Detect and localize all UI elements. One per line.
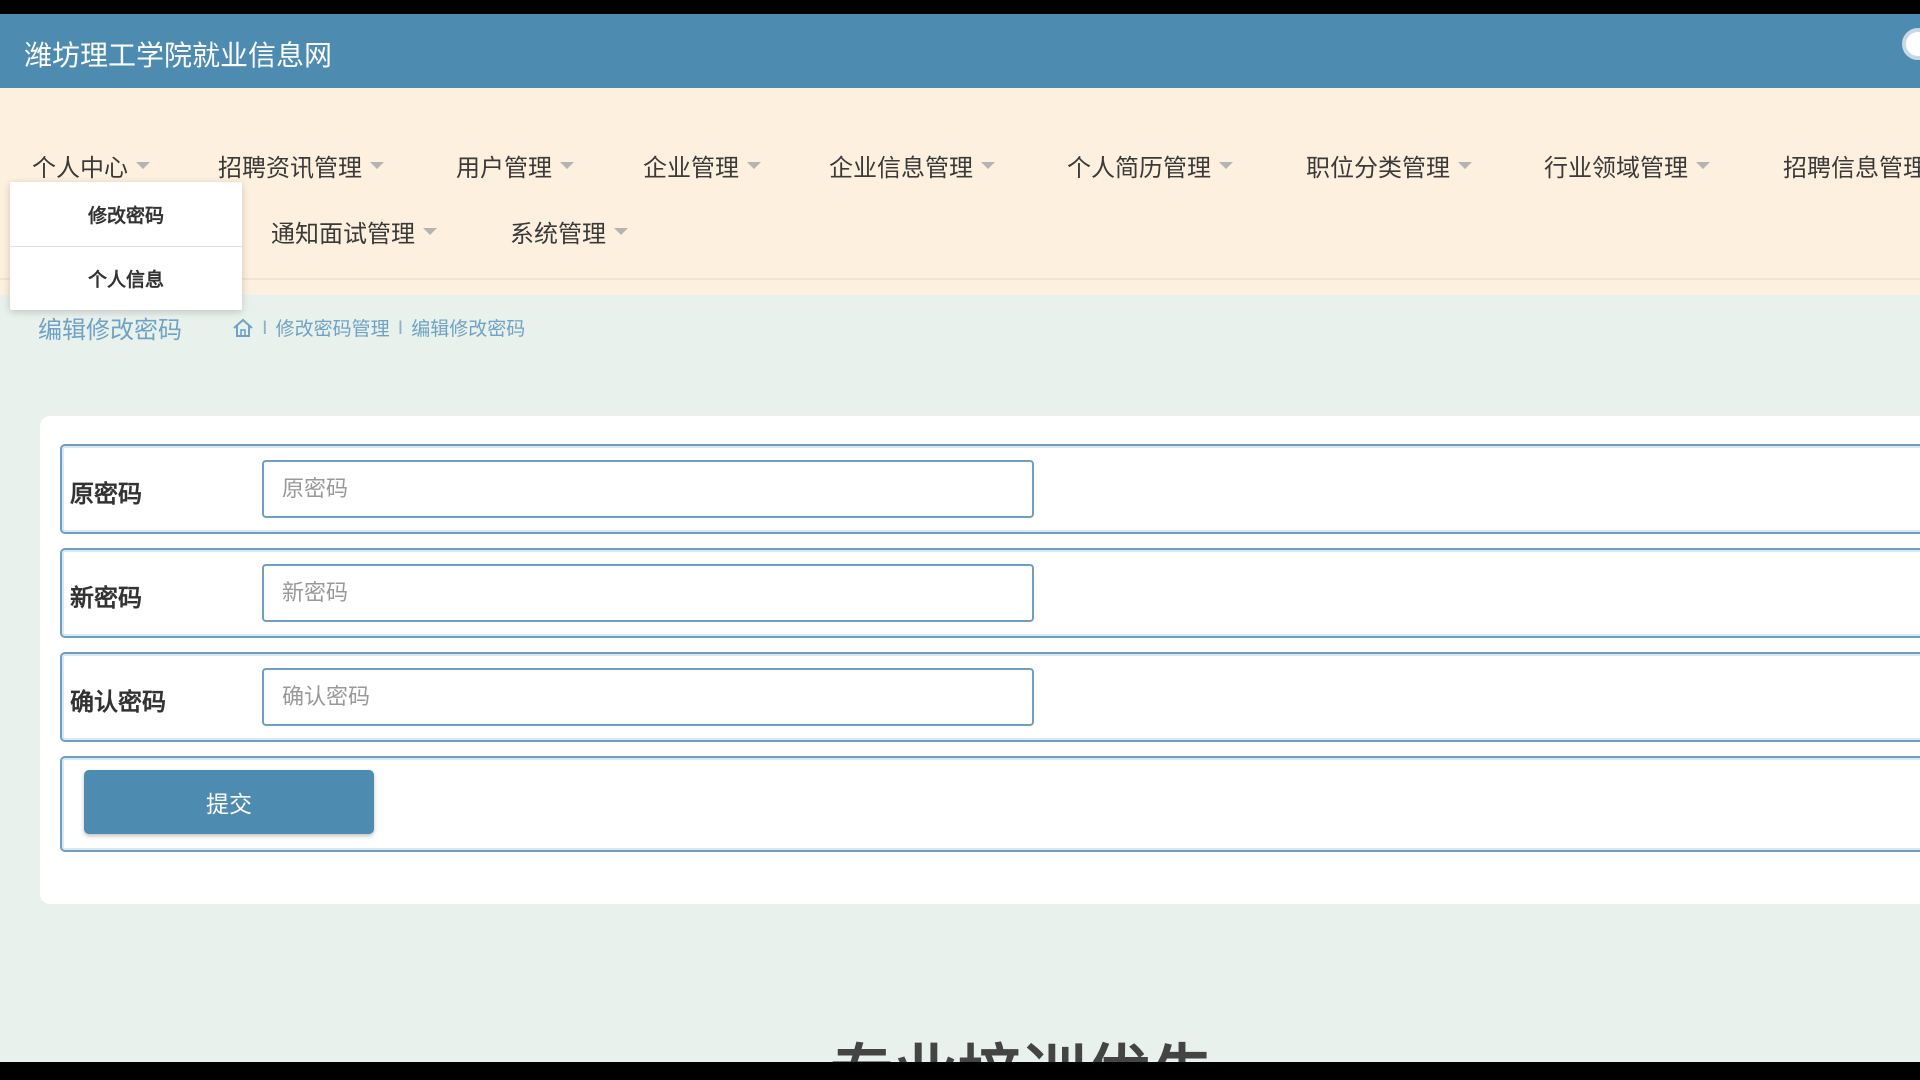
form-row-submit: 提交 — [60, 756, 1920, 852]
caret-down-icon — [560, 162, 574, 169]
nav-item-label: 企业信息管理 — [829, 154, 973, 182]
submit-button[interactable]: 提交 — [84, 770, 374, 834]
caret-down-icon — [747, 162, 761, 169]
user-avatar-icon[interactable] — [1902, 28, 1920, 60]
nav-item-label: 用户管理 — [456, 154, 552, 182]
page-title: 编辑修改密码 — [38, 316, 182, 344]
nav-item-interview-notice[interactable]: 通知面试管理 — [271, 214, 437, 249]
nav-item-personal-center[interactable]: 个人中心 — [32, 148, 150, 183]
form-row-new-password: 新密码 — [60, 548, 1920, 638]
breadcrumb-separator: I — [262, 316, 268, 339]
nav-item-user-management[interactable]: 用户管理 — [456, 148, 574, 183]
personal-center-dropdown: 修改密码 个人信息 — [10, 182, 242, 310]
nav-item-label: 个人中心 — [32, 154, 128, 182]
nav-item-label: 招聘信息管理 — [1783, 154, 1920, 182]
old-password-label: 原密码 — [70, 480, 142, 508]
caret-down-icon — [981, 162, 995, 169]
form-row-old-password: 原密码 — [60, 444, 1920, 534]
old-password-input[interactable] — [262, 460, 1034, 518]
breadcrumb-item[interactable]: 修改密码管理 — [276, 314, 390, 341]
caret-down-icon — [370, 162, 384, 169]
nav-item-company-info[interactable]: 企业信息管理 — [829, 148, 995, 183]
nav-item-label: 通知面试管理 — [271, 220, 415, 248]
nav-item-label: 企业管理 — [643, 154, 739, 182]
caret-down-icon — [423, 228, 437, 235]
home-icon[interactable] — [232, 317, 254, 339]
breadcrumb: I 修改密码管理 I 编辑修改密码 — [232, 314, 525, 341]
caret-down-icon — [614, 228, 628, 235]
breadcrumb-item-current: 编辑修改密码 — [411, 318, 526, 340]
confirm-password-label: 确认密码 — [70, 688, 166, 716]
dropdown-item-personal-info[interactable]: 个人信息 — [10, 246, 242, 310]
caret-down-icon — [1696, 162, 1710, 169]
caret-down-icon — [1219, 162, 1233, 169]
app-frame: 潍坊理工学院就业信息网 个人中心 招聘资讯管理 用户管理 企业管理 企业信息管理… — [0, 14, 1920, 1062]
form-row-confirm-password: 确认密码 — [60, 652, 1920, 742]
site-title: 潍坊理工学院就业信息网 — [24, 39, 333, 72]
footer-heading: 专业培训优先 — [830, 1044, 1214, 1062]
caret-down-icon — [136, 162, 150, 169]
nav-item-company-management[interactable]: 企业管理 — [643, 148, 761, 183]
nav-item-recruitment-news[interactable]: 招聘资讯管理 — [218, 148, 384, 183]
nav-item-label: 行业领域管理 — [1544, 154, 1688, 182]
nav-item-label: 职位分类管理 — [1306, 154, 1450, 182]
nav-item-industry-field[interactable]: 行业领域管理 — [1544, 148, 1710, 183]
top-header-bar: 潍坊理工学院就业信息网 — [0, 14, 1920, 88]
confirm-password-input[interactable] — [262, 668, 1034, 726]
nav-item-system-management[interactable]: 系统管理 — [510, 214, 628, 249]
nav-divider — [0, 278, 1920, 280]
nav-item-recruitment-info[interactable]: 招聘信息管理 — [1783, 148, 1920, 183]
nav-item-label: 系统管理 — [510, 220, 606, 248]
new-password-input[interactable] — [262, 564, 1034, 622]
nav-item-resume-management[interactable]: 个人简历管理 — [1067, 148, 1233, 183]
nav-item-label: 个人简历管理 — [1067, 154, 1211, 182]
dropdown-item-change-password[interactable]: 修改密码 — [10, 182, 242, 246]
new-password-label: 新密码 — [70, 584, 142, 612]
breadcrumb-separator: I — [397, 316, 404, 339]
nav-item-label: 招聘资讯管理 — [218, 154, 362, 182]
caret-down-icon — [1458, 162, 1472, 169]
main-navigation — [0, 88, 1920, 295]
nav-item-position-category[interactable]: 职位分类管理 — [1306, 148, 1472, 183]
